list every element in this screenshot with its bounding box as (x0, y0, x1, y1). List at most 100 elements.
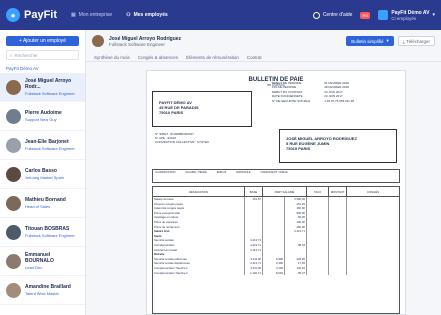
employee-role: Lead Dev (25, 265, 43, 270)
employer-address-box: PAYFIT DÉMO AV 45 RUE DE PARADIS 75010 P… (152, 91, 252, 127)
cell-empty (307, 270, 329, 276)
help-center-link[interactable]: Centre d'aide (312, 11, 353, 19)
add-employee-button[interactable]: + Ajouter un employé (6, 36, 79, 46)
main-content: José Miguel Arroyo Rodríguez Fullstack S… (86, 30, 441, 315)
employee-role: Fullstack Software Engineer (25, 146, 75, 151)
download-label: Télécharger (405, 38, 430, 44)
employee-role: Fullstack Software Engineer (109, 41, 166, 47)
search-placeholder: Rechercher (14, 52, 38, 58)
company-name: PayFit Démo AV (391, 9, 430, 16)
info-field: EMPLOI (216, 171, 227, 174)
avatar (6, 166, 21, 182)
date-value: 1 93 07 75 056 011 28 (324, 98, 355, 103)
table-row: Complémentaire Tranche 21 102,71 8,640 95,… (153, 270, 399, 276)
building-icon: ▦ (71, 12, 76, 18)
info-field: SALAIRE / HEURE (185, 171, 207, 174)
employee-list-item[interactable]: Carlos Basso JetLang Market Spain (0, 160, 85, 189)
tab-conges[interactable]: Congés & absences (138, 55, 178, 60)
nav-mes-employes[interactable]: ⚇ Mes employés (126, 12, 168, 18)
top-bar: ● PayFit ▦ Mon entreprise ⚇ Mes employés… (0, 0, 441, 30)
employee-line: 75019 PARIS (286, 146, 311, 151)
avatar (6, 253, 21, 269)
employee-name: Jean-Elie Barjonet (25, 139, 69, 145)
employment-info-bar: CLASSIFICATION SALAIRE / HEURE EMPLOI MATRI… (152, 169, 400, 183)
search-icon: ⌕ (10, 52, 13, 58)
company-subtitle: Ci employés (391, 15, 417, 21)
employee-sidebar: + Ajouter un employé ⌕ Rechercher PayFit… (0, 30, 86, 315)
avatar (6, 282, 21, 298)
avatar (6, 137, 21, 153)
employee-name: Carlos Basso (25, 168, 57, 174)
employee-role: Support New Guy (25, 117, 57, 122)
help-label: Centre d'aide (322, 12, 353, 18)
employee-role: Fullstack Software Engineer (25, 233, 75, 238)
nav-label: Mes employés (133, 12, 168, 18)
brand-logo[interactable]: ● PayFit (6, 8, 57, 22)
employee-list-item[interactable]: Mathieu Bornand Head of Sales (0, 189, 85, 218)
employee-list-item[interactable]: Jean-Elie Barjonet Fullstack Software Eng… (0, 131, 85, 160)
people-icon: ⚇ (126, 12, 131, 18)
cell-taux: 8,640 (263, 270, 285, 276)
employee-list-item[interactable]: José Miguel Arroyo Rodr... Fullstack Soft… (0, 73, 85, 102)
payslip-document: BULLETIN DE PAIE en EUROS DEBUT DE PERIO… (146, 70, 406, 315)
period-dates: DEBUT DE PERIODE FIN DE PERIODE DEBUT DU C… (272, 81, 354, 103)
employee-name: Amandine Braillard (25, 284, 71, 290)
tab-remuneration[interactable]: Éléments de rémunération (186, 55, 239, 60)
th-base: BASE (245, 187, 263, 196)
cell-label: Complémentaire Tranche 2 (153, 270, 245, 276)
bulletin-button-label: Bulletin simplifié (351, 38, 384, 44)
th-taux: TAUX (307, 187, 329, 196)
cell-montant: 95,27 (285, 270, 307, 276)
avatar (6, 108, 21, 124)
brand-name: PayFit (24, 9, 58, 21)
employee-list-item[interactable]: Emmanuel BOURNALO Lead Dev (0, 247, 85, 276)
download-button[interactable]: ⤓ Télécharger (397, 36, 435, 46)
employee-list-item[interactable]: Amandine Braillard Talent Wise Master (0, 276, 85, 305)
employee-role: Fullstack Software Engineer (25, 91, 75, 96)
cell-empty (329, 270, 347, 276)
siret-info: N° SIRET : 81328896400017 N° APE : 6201Z… (155, 132, 209, 144)
info-field: CLASSIFICATION (155, 171, 176, 174)
payslip-table: DÉSIGNATION BASE PART SALARIÉ TAUX MONTA… (152, 186, 400, 314)
company-section-label: PayFit Démo AV (6, 66, 39, 71)
employee-list-item[interactable]: Pierre Audoime Support New Guy (0, 102, 85, 131)
notification-badge[interactable]: RG (360, 11, 371, 19)
tab-bar: Synthèse du mois Congés & absences Éléme… (86, 52, 441, 62)
employee-role: JetLang Market Spain (25, 175, 64, 180)
help-icon (312, 11, 320, 19)
avatar (92, 35, 104, 47)
company-logo-icon (378, 10, 389, 20)
th-part-salarie: PART SALARIÉ (263, 187, 307, 196)
employee-name: Titouan BOSBRAS (25, 226, 70, 232)
employee-name: José Miguel Arroyo Rodr... (25, 78, 72, 90)
employee-address-box: JOSÉ MIGUEL ARROYO RODRÍGUEZ 5 RUE EUGÈN… (279, 129, 397, 163)
siret-line: CONVENTION COLLECTIVE : SYNTEC (155, 140, 210, 144)
employee-name: Pierre Audoime (25, 110, 62, 116)
cell-base: 1 102,71 (245, 270, 263, 276)
employee-name: José Miguel Arroyo Rodríguez (109, 35, 182, 42)
tab-synthese[interactable]: Synthèse du mois (94, 55, 130, 60)
info-field: COEFFICIENT / INDICE (260, 171, 288, 174)
employee-name: Emmanuel BOURNALO (25, 252, 54, 264)
table-header: DÉSIGNATION BASE PART SALARIÉ TAUX MONTA… (153, 187, 399, 197)
payfit-logo-icon: ● (6, 8, 20, 22)
employer-line: 75010 PARIS (159, 110, 184, 115)
employee-list-item[interactable]: Titouan BOSBRAS Fullstack Software Engine… (0, 218, 85, 247)
nav-label: Mon entreprise (78, 12, 113, 18)
avatar (6, 224, 21, 240)
date-label: N° DE SECURITE SOCIALE (272, 98, 311, 103)
tab-contrat[interactable]: Contrat (247, 55, 262, 60)
th-montant: MONTANT (329, 187, 347, 196)
bulletin-simplifie-button[interactable]: Bulletin simplifié ▾ (346, 36, 394, 46)
employee-role: Talent Wise Master (25, 291, 60, 296)
employee-name: Mathieu Bornand (25, 197, 66, 203)
th-conges: CONGÉS (366, 189, 380, 194)
th-designation: DÉSIGNATION (153, 187, 245, 196)
employee-header: José Miguel Arroyo Rodríguez Fullstack S… (86, 30, 441, 52)
search-input[interactable]: ⌕ Rechercher (6, 50, 79, 60)
cell-conges (347, 271, 399, 276)
avatar (6, 79, 21, 95)
nav-mon-entreprise[interactable]: ▦ Mon entreprise (71, 12, 112, 18)
avatar (6, 195, 21, 211)
company-switcher[interactable]: PayFit Démo AV Ci employés ▾ (378, 10, 435, 21)
